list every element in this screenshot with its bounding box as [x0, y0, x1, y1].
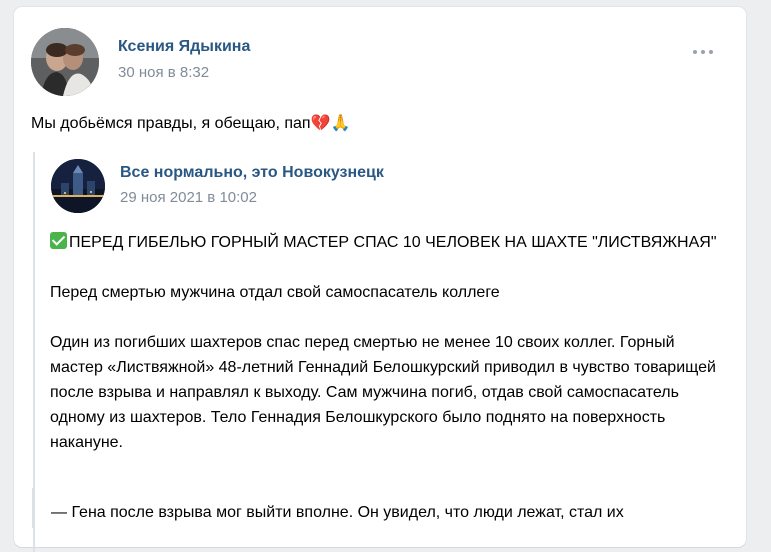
- check-mark-icon: [50, 232, 67, 249]
- repost-block: Все нормально, это Новокузнецк 29 ноя 20…: [33, 152, 735, 552]
- post-text: Мы добьёмся правды, я обещаю, пап💔🙏: [31, 115, 351, 132]
- repost-avatar[interactable]: [51, 159, 105, 213]
- repost-headline-text: ПЕРЕД ГИБЕЛЬЮ ГОРНЫЙ МАСТЕР СПАС 10 ЧЕЛО…: [69, 234, 717, 251]
- quote-divider: [32, 488, 34, 528]
- post-date[interactable]: 30 ноя в 8:32: [118, 64, 209, 81]
- more-horizontal-icon[interactable]: [690, 45, 716, 59]
- post-card: Ксения Ядыкина 30 ноя в 8:32 Мы добьёмся…: [14, 7, 746, 552]
- repost-subtitle: Перед смертью мужчина отдал свой самоспа…: [50, 284, 500, 301]
- repost-body: ПЕРЕД ГИБЕЛЬЮ ГОРНЫЙ МАСТЕР СПАС 10 ЧЕЛО…: [50, 230, 720, 480]
- author-name[interactable]: Ксения Ядыкина: [118, 38, 250, 56]
- author-avatar[interactable]: [31, 28, 99, 96]
- repost-paragraph: Один из погибших шахтеров спас перед сме…: [50, 334, 716, 451]
- repost-cutoff-text: — Гена после взрыва мог выйти вполне. Он…: [51, 504, 624, 521]
- repost-headline: ПЕРЕД ГИБЕЛЬЮ ГОРНЫЙ МАСТЕР СПАС 10 ЧЕЛО…: [50, 230, 720, 255]
- repost-author-name[interactable]: Все нормально, это Новокузнецк: [120, 164, 384, 182]
- repost-date[interactable]: 29 ноя 2021 в 10:02: [120, 189, 257, 206]
